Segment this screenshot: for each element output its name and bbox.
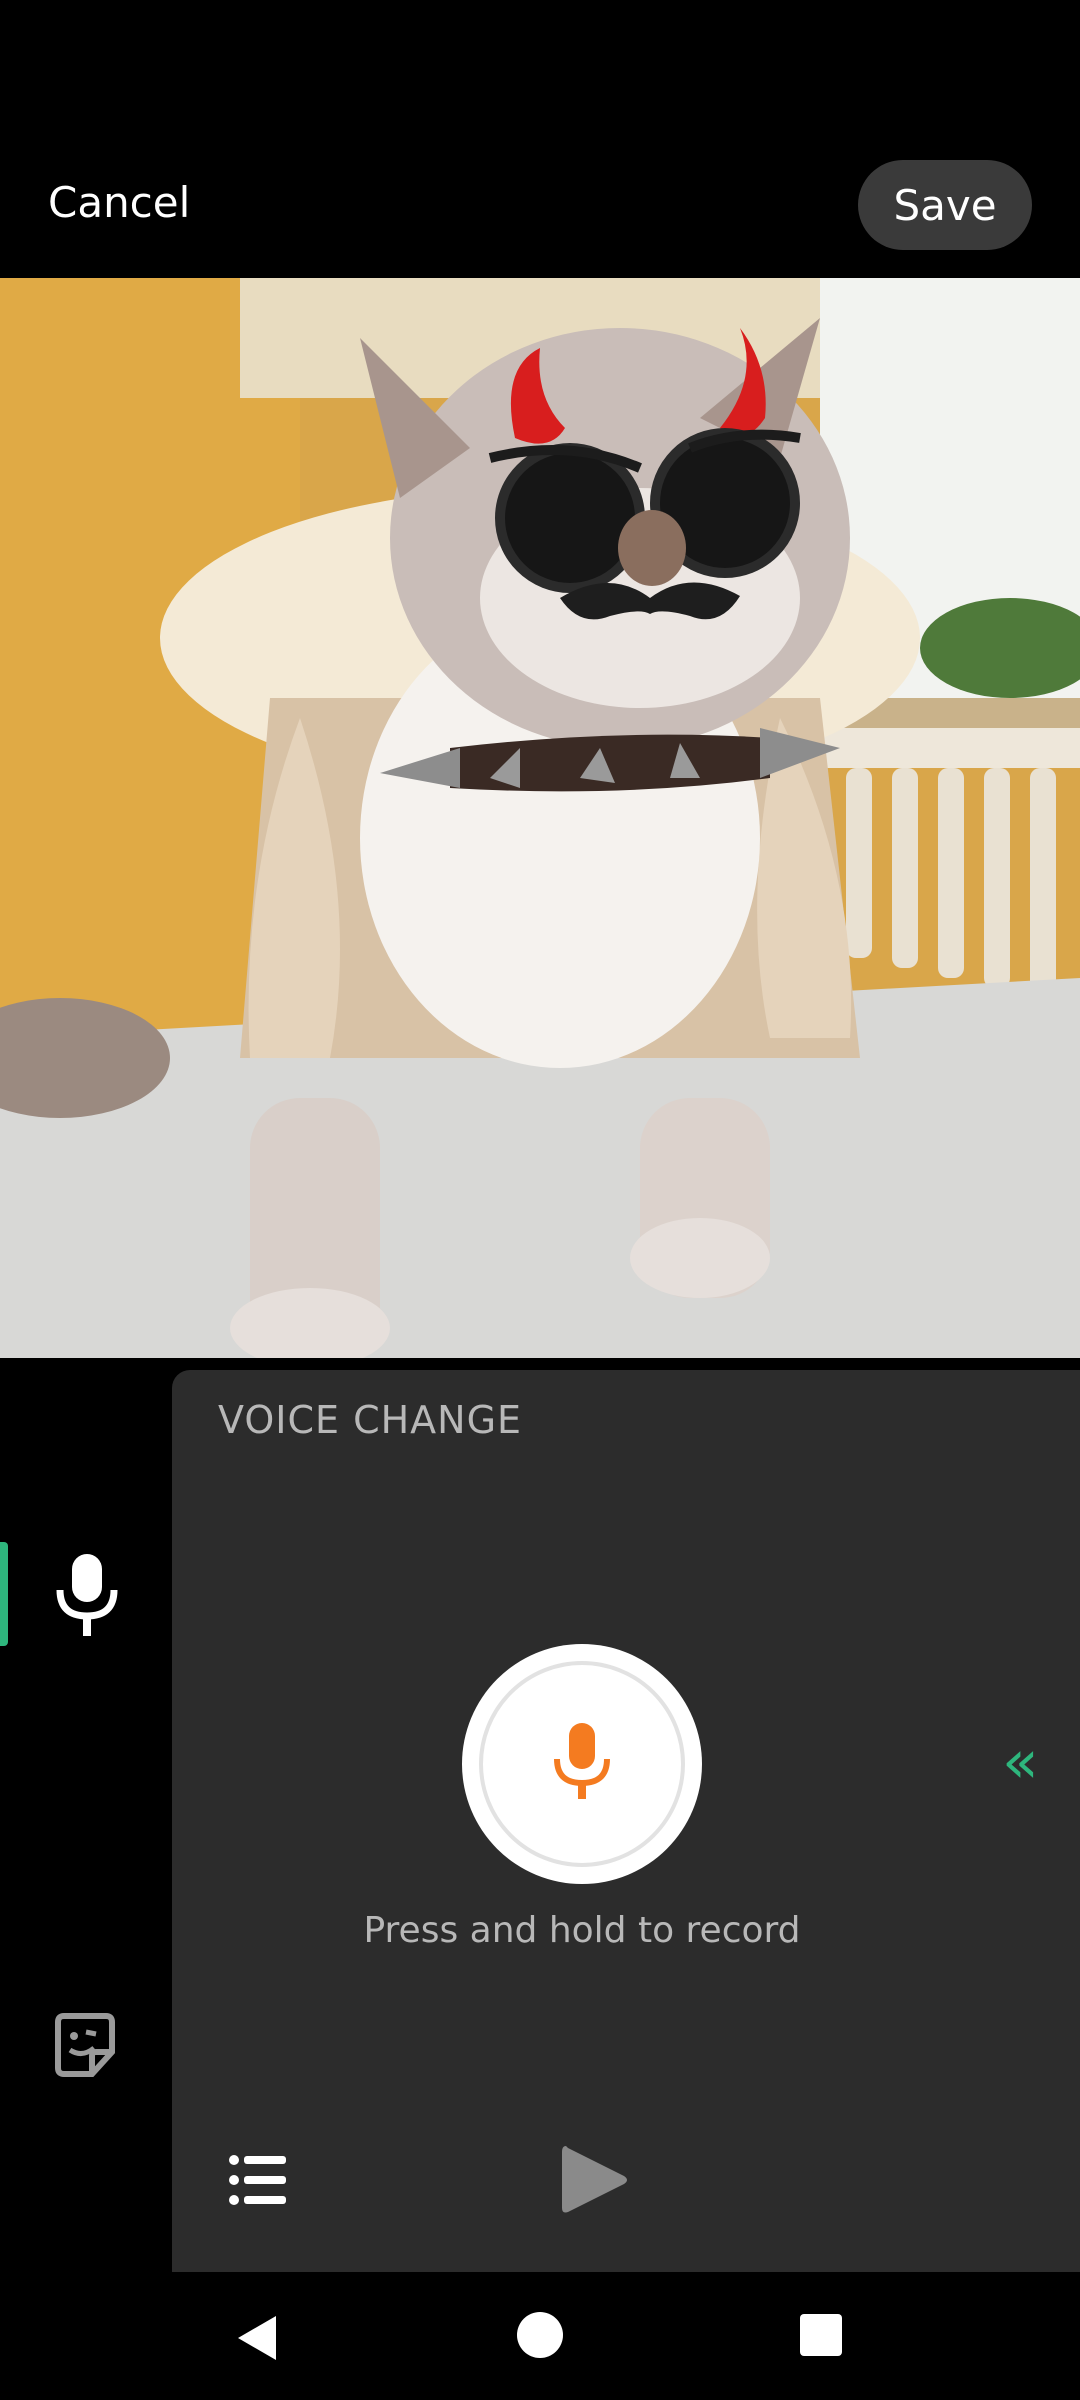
- microphone-icon: [554, 1723, 610, 1799]
- list-icon[interactable]: [228, 2150, 288, 2210]
- save-button[interactable]: Save: [858, 160, 1032, 250]
- active-tab-indicator: [0, 1542, 8, 1646]
- edited-photo[interactable]: [0, 278, 1080, 1358]
- top-bar: Cancel Save: [0, 0, 1080, 278]
- voice-change-panel: VOICE CHANGE Press and hold to record «: [172, 1370, 1080, 2272]
- record-button-ring: [479, 1661, 685, 1867]
- home-icon[interactable]: [517, 2312, 563, 2358]
- cat-photo-illustration: [0, 278, 1080, 1358]
- panel-title: VOICE CHANGE: [218, 1398, 523, 1442]
- back-icon[interactable]: [232, 2312, 284, 2364]
- recents-icon[interactable]: [800, 2314, 842, 2356]
- sticker-icon[interactable]: [52, 2012, 118, 2078]
- voice-tab-microphone-icon[interactable]: [52, 1550, 122, 1640]
- tool-rail: [0, 1358, 172, 2272]
- chevrons-left-icon[interactable]: «: [1002, 1732, 1062, 1792]
- record-hint: Press and hold to record: [363, 1910, 801, 1951]
- record-button[interactable]: [462, 1644, 702, 1884]
- cancel-button[interactable]: Cancel: [48, 178, 190, 227]
- play-icon[interactable]: [552, 2140, 632, 2220]
